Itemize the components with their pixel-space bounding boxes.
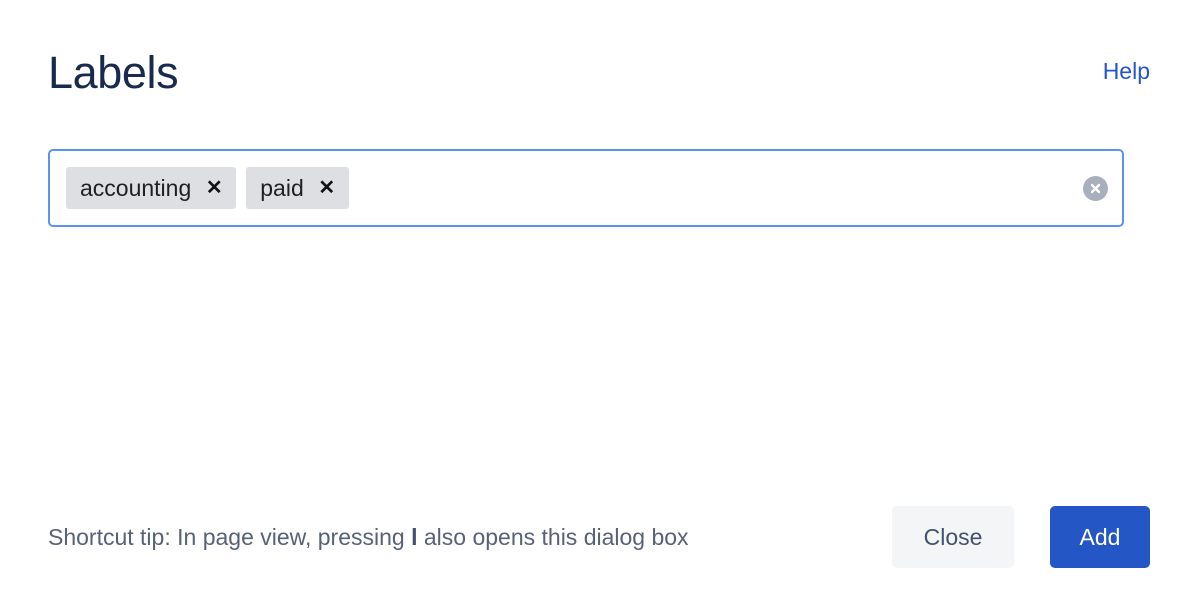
label-chip-list: accounting ✕ paid ✕	[66, 166, 1073, 210]
label-chip-text: paid	[260, 175, 304, 201]
label-chip[interactable]: accounting ✕	[66, 167, 237, 209]
dialog-header: Labels Help	[0, 0, 1196, 102]
labels-dialog: Labels Help accounting ✕ paid ✕ Shortcut…	[0, 0, 1196, 608]
shortcut-tip: Shortcut tip: In page view, pressing l a…	[48, 522, 689, 552]
label-chip[interactable]: paid ✕	[246, 167, 349, 209]
dialog-footer: Shortcut tip: In page view, pressing l a…	[0, 506, 1196, 608]
close-button[interactable]: Close	[892, 506, 1014, 568]
close-x-icon[interactable]: ✕	[205, 178, 223, 198]
help-link[interactable]: Help	[1103, 56, 1150, 86]
dialog-body: accounting ✕ paid ✕	[0, 102, 1196, 506]
shortcut-tip-prefix: Shortcut tip: In page view, pressing	[48, 524, 412, 550]
clear-circle-x-icon	[1083, 175, 1108, 201]
label-chip-text: accounting	[80, 175, 192, 201]
add-button[interactable]: Add	[1050, 506, 1150, 568]
page-title: Labels	[48, 47, 179, 98]
close-x-icon[interactable]: ✕	[318, 178, 336, 198]
labels-input-field[interactable]: accounting ✕ paid ✕	[48, 149, 1124, 227]
shortcut-tip-suffix: also opens this dialog box	[417, 524, 689, 550]
clear-field-button[interactable]	[1083, 175, 1108, 201]
label-search-input[interactable]	[358, 166, 1073, 210]
